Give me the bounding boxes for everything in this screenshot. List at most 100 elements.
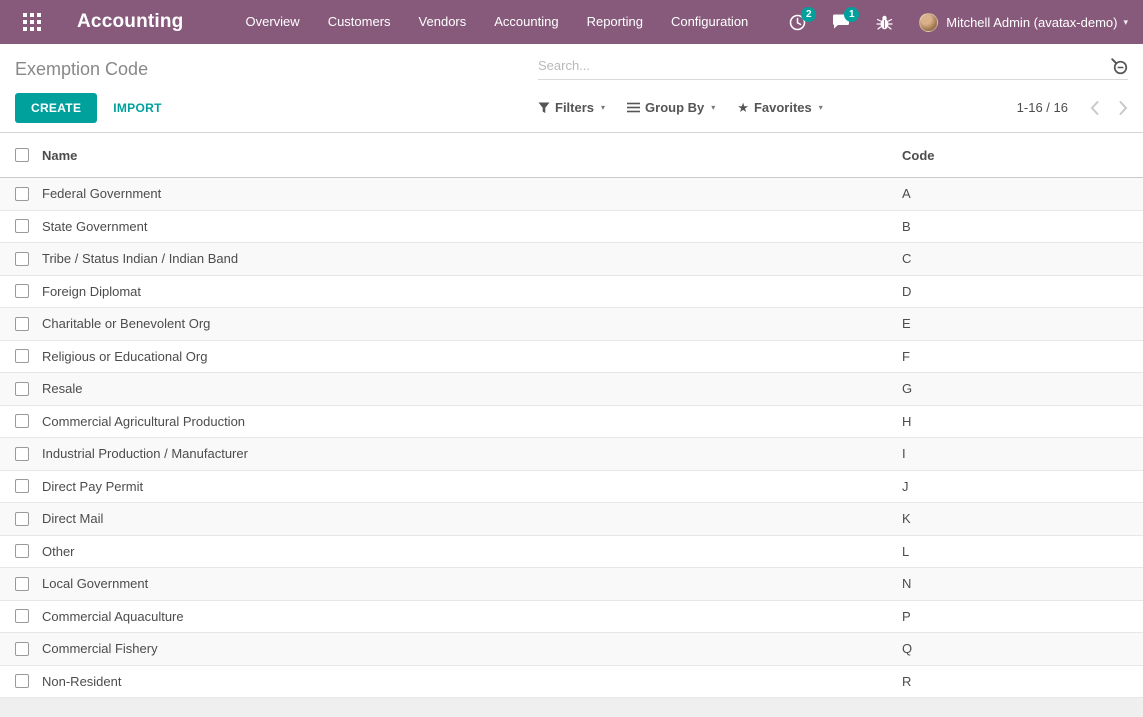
table-row[interactable]: Charitable or Benevolent Org E bbox=[0, 308, 1143, 341]
row-code: D bbox=[902, 284, 1143, 299]
control-panel: Exemption Code CREATE IMPORT Filters ▾ bbox=[0, 44, 1143, 133]
column-header-code[interactable]: Code bbox=[902, 148, 1143, 163]
table-row[interactable]: Religious or Educational Org F bbox=[0, 341, 1143, 374]
apps-grid-icon[interactable] bbox=[15, 5, 49, 39]
row-name: Foreign Diplomat bbox=[42, 284, 902, 299]
breadcrumb: Exemption Code bbox=[15, 56, 148, 82]
row-name: Direct Pay Permit bbox=[42, 479, 902, 494]
row-checkbox[interactable] bbox=[15, 219, 29, 233]
table-row[interactable]: Tribe / Status Indian / Indian Band C bbox=[0, 243, 1143, 276]
row-code: C bbox=[902, 251, 1143, 266]
menu-customers[interactable]: Customers bbox=[314, 0, 405, 44]
pager-next-button[interactable] bbox=[1119, 101, 1128, 115]
main-menu: Overview Customers Vendors Accounting Re… bbox=[232, 0, 763, 44]
table-row[interactable]: Non-Resident R bbox=[0, 666, 1143, 699]
select-all-checkbox[interactable] bbox=[15, 148, 29, 162]
menu-vendors[interactable]: Vendors bbox=[405, 0, 481, 44]
row-checkbox[interactable] bbox=[15, 447, 29, 461]
debug-button[interactable] bbox=[876, 14, 893, 31]
user-name: Mitchell Admin (avatax-demo) bbox=[946, 15, 1117, 30]
table-row[interactable]: Resale G bbox=[0, 373, 1143, 406]
row-name: Religious or Educational Org bbox=[42, 349, 902, 364]
chevron-down-icon: ▾ bbox=[711, 103, 715, 112]
row-name: Charitable or Benevolent Org bbox=[42, 316, 902, 331]
apps-grid-icon bbox=[23, 13, 41, 31]
top-navbar: Accounting Overview Customers Vendors Ac… bbox=[0, 0, 1143, 44]
import-button[interactable]: IMPORT bbox=[113, 101, 161, 115]
row-checkbox[interactable] bbox=[15, 317, 29, 331]
table-row[interactable]: Industrial Production / Manufacturer I bbox=[0, 438, 1143, 471]
pager-previous-button[interactable] bbox=[1090, 101, 1099, 115]
create-button[interactable]: CREATE bbox=[15, 93, 97, 123]
row-code: P bbox=[902, 609, 1143, 624]
messages-button[interactable]: 1 bbox=[832, 14, 850, 30]
row-name: Non-Resident bbox=[42, 674, 902, 689]
row-checkbox[interactable] bbox=[15, 512, 29, 526]
menu-configuration[interactable]: Configuration bbox=[657, 0, 762, 44]
filters-dropdown[interactable]: Filters ▾ bbox=[538, 100, 605, 115]
activity-count-badge: 2 bbox=[801, 7, 816, 22]
table-row[interactable]: Federal Government A bbox=[0, 178, 1143, 211]
table-row[interactable]: Commercial Fishery Q bbox=[0, 633, 1143, 666]
table-row[interactable]: Local Government N bbox=[0, 568, 1143, 601]
group-by-dropdown[interactable]: Group By ▾ bbox=[627, 100, 715, 115]
row-checkbox[interactable] bbox=[15, 674, 29, 688]
row-checkbox[interactable] bbox=[15, 577, 29, 591]
menu-accounting[interactable]: Accounting bbox=[480, 0, 572, 44]
row-name: Industrial Production / Manufacturer bbox=[42, 446, 902, 461]
table-row[interactable]: State Government B bbox=[0, 211, 1143, 244]
table-row[interactable]: Commercial Agricultural Production H bbox=[0, 406, 1143, 439]
row-checkbox[interactable] bbox=[15, 642, 29, 656]
search-bar bbox=[538, 56, 1128, 80]
star-icon: ★ bbox=[737, 100, 749, 116]
favorites-dropdown[interactable]: ★ Favorites ▾ bbox=[737, 100, 822, 116]
row-checkbox[interactable] bbox=[15, 609, 29, 623]
search-options: Filters ▾ Group By ▾ ★ Favorites ▾ bbox=[538, 100, 823, 116]
group-by-icon bbox=[627, 102, 640, 113]
chevron-down-icon: ▾ bbox=[1123, 17, 1128, 28]
row-code: B bbox=[902, 219, 1143, 234]
row-code: G bbox=[902, 381, 1143, 396]
row-name: Local Government bbox=[42, 576, 902, 591]
table-row[interactable]: Foreign Diplomat D bbox=[0, 276, 1143, 309]
row-checkbox[interactable] bbox=[15, 382, 29, 396]
table-row[interactable]: Direct Mail K bbox=[0, 503, 1143, 536]
column-header-name[interactable]: Name bbox=[42, 148, 902, 163]
table-row[interactable]: Commercial Aquaculture P bbox=[0, 601, 1143, 634]
row-checkbox[interactable] bbox=[15, 284, 29, 298]
table-row[interactable]: Other L bbox=[0, 536, 1143, 569]
row-checkbox[interactable] bbox=[15, 414, 29, 428]
bug-icon bbox=[876, 14, 893, 31]
funnel-icon bbox=[538, 102, 550, 114]
row-checkbox[interactable] bbox=[15, 187, 29, 201]
row-name: Direct Mail bbox=[42, 511, 902, 526]
row-code: H bbox=[902, 414, 1143, 429]
row-checkbox[interactable] bbox=[15, 544, 29, 558]
row-checkbox[interactable] bbox=[15, 349, 29, 363]
row-name: Other bbox=[42, 544, 902, 559]
row-code: Q bbox=[902, 641, 1143, 656]
search-input[interactable] bbox=[538, 58, 1109, 73]
row-name: State Government bbox=[42, 219, 902, 234]
exemption-code-list: Name Code Federal Government A State Gov… bbox=[0, 133, 1143, 717]
activities-button[interactable]: 2 bbox=[789, 14, 806, 31]
row-code: N bbox=[902, 576, 1143, 591]
row-name: Resale bbox=[42, 381, 902, 396]
group-by-label: Group By bbox=[645, 100, 704, 115]
favorites-label: Favorites bbox=[754, 100, 812, 115]
row-code: K bbox=[902, 511, 1143, 526]
search-icon[interactable] bbox=[1109, 56, 1128, 75]
menu-overview[interactable]: Overview bbox=[232, 0, 314, 44]
row-name: Commercial Fishery bbox=[42, 641, 902, 656]
row-name: Federal Government bbox=[42, 186, 902, 201]
row-code: F bbox=[902, 349, 1143, 364]
user-menu[interactable]: Mitchell Admin (avatax-demo) ▾ bbox=[919, 13, 1128, 32]
menu-reporting[interactable]: Reporting bbox=[573, 0, 657, 44]
table-row[interactable]: Direct Pay Permit J bbox=[0, 471, 1143, 504]
row-name: Tribe / Status Indian / Indian Band bbox=[42, 251, 902, 266]
row-checkbox[interactable] bbox=[15, 252, 29, 266]
row-name: Commercial Agricultural Production bbox=[42, 414, 902, 429]
row-code: I bbox=[902, 446, 1143, 461]
row-checkbox[interactable] bbox=[15, 479, 29, 493]
table-body: Federal Government A State Government B … bbox=[0, 178, 1143, 698]
